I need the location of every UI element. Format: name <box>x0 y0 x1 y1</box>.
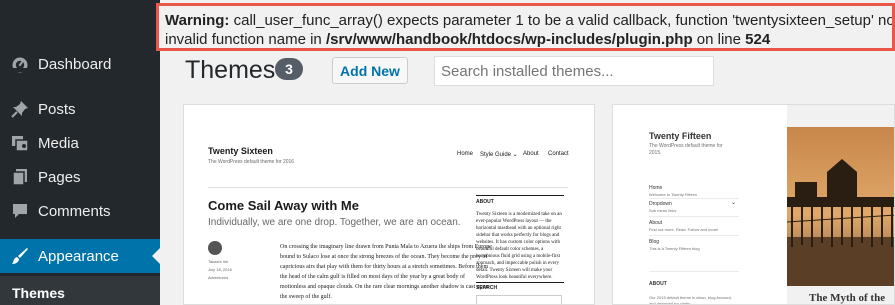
sidebar-item-pages[interactable]: Pages <box>0 160 160 194</box>
theme-count-badge: 3 <box>275 58 303 80</box>
add-new-button[interactable]: Add New <box>332 57 408 84</box>
theme-post-title: Come Sail Away with Me <box>208 198 359 213</box>
comment-icon <box>2 202 38 220</box>
warning-label: Warning: <box>165 12 230 29</box>
sidebar-item-posts[interactable]: Posts <box>0 92 160 126</box>
sidebar-item-dashboard[interactable]: Dashboard <box>0 47 160 81</box>
widget-heading: SEARCH <box>476 285 498 291</box>
php-warning-notice: Warning: call_user_func_array() expects … <box>156 3 895 51</box>
dashboard-icon <box>2 55 38 73</box>
sidebar-item-label: Appearance <box>38 247 119 265</box>
sidebar-item-label: Comments <box>38 202 111 220</box>
widget-heading: ABOUT <box>476 199 494 205</box>
paintbrush-icon <box>2 247 38 265</box>
widget-heading: ABOUT <box>649 281 667 287</box>
page-title: Themes <box>185 56 276 84</box>
divider <box>208 187 568 188</box>
post-meta-date: July 18, 2016 <box>208 267 232 272</box>
theme-nav-item: About <box>523 151 539 157</box>
divider <box>649 216 739 217</box>
sidebar-item-label: Posts <box>38 100 76 118</box>
appearance-submenu: Themes <box>0 276 160 305</box>
warning-line-number: 524 <box>745 31 771 48</box>
theme-nav-sub: Welcome to Twenty Fifteen <box>649 192 698 197</box>
post-meta-category: Adventures <box>208 275 229 280</box>
pushpin-icon <box>2 100 38 118</box>
theme-nav-item: Style Guide ⌄ <box>480 152 518 158</box>
warning-line-1: Warning: call_user_func_array() expects … <box>165 11 892 30</box>
admin-sidebar: Dashboard Posts Media Pages Comments App… <box>0 0 160 305</box>
theme-tagline: The WordPress default theme for 2015. <box>649 143 723 156</box>
chevron-down-icon: ⌄ <box>731 200 737 206</box>
widget-text: Our 2015 default theme is clean, blog-fo… <box>649 295 732 305</box>
theme-nav-item: Dropdown <box>649 201 672 207</box>
divider <box>476 282 564 283</box>
theme-tagline: The WordPress default theme for 2016 <box>208 159 295 165</box>
theme-nav-sub: Find out more. Read. Follow and more! <box>649 227 719 232</box>
sidebar-item-media[interactable]: Media <box>0 126 160 160</box>
sidebar-item-appearance[interactable]: Appearance <box>0 239 160 273</box>
theme-nav-item: Blog <box>649 239 660 245</box>
search-themes-input[interactable] <box>434 56 714 86</box>
widget-search-box <box>476 295 562 304</box>
theme-nav-item: Home <box>457 151 474 157</box>
sidebar-item-label: Media <box>38 134 79 152</box>
theme-post-title: The Myth of the <box>809 292 886 304</box>
media-icon <box>2 134 38 152</box>
warning-on-line: on line <box>692 31 746 48</box>
divider <box>649 271 739 272</box>
sidebar-item-comments[interactable]: Comments <box>0 194 160 228</box>
theme-nav-item: Contact <box>548 151 569 157</box>
submenu-item-themes[interactable]: Themes <box>12 285 65 301</box>
sidebar-item-label: Dashboard <box>38 55 112 73</box>
theme-nav-sub: Sub menu links <box>649 208 677 213</box>
theme-post-subtitle: Individually, we are one drop. Together,… <box>208 217 461 228</box>
divider <box>649 235 739 236</box>
divider <box>476 195 564 196</box>
theme-nav-item: About <box>649 220 663 226</box>
warning-file: /srv/www/handbook/htdocs/wp-includes/plu… <box>325 31 693 48</box>
warning-message: call_user_func_array() expects parameter… <box>229 12 895 29</box>
pages-icon <box>2 168 38 186</box>
sidebar-item-label: Pages <box>38 168 81 186</box>
warning-message-cont: invalid function name in <box>165 31 326 48</box>
post-meta-author: Takashi Irie <box>208 259 229 264</box>
warning-line-2: invalid function name in /srv/www/handbo… <box>165 30 892 48</box>
theme-card-twentyfifteen[interactable]: Twenty Fifteen The WordPress default the… <box>612 104 895 305</box>
avatar <box>208 241 222 255</box>
featured-image <box>787 127 894 286</box>
divider <box>649 198 739 199</box>
theme-site-title: Twenty Fifteen <box>649 131 712 141</box>
theme-nav-sub: This is a Twenty Fifteen blog <box>649 246 700 251</box>
theme-post-body: On crossing the imaginary line drawn fro… <box>280 244 492 300</box>
theme-card-twentysixteen[interactable]: Twenty Sixteen The WordPress default the… <box>183 104 595 305</box>
theme-site-title: Twenty Sixteen <box>208 146 273 156</box>
widget-text: Twenty Sixteen is a modernized take on a… <box>476 212 562 280</box>
theme-nav-item: Home <box>649 185 663 191</box>
